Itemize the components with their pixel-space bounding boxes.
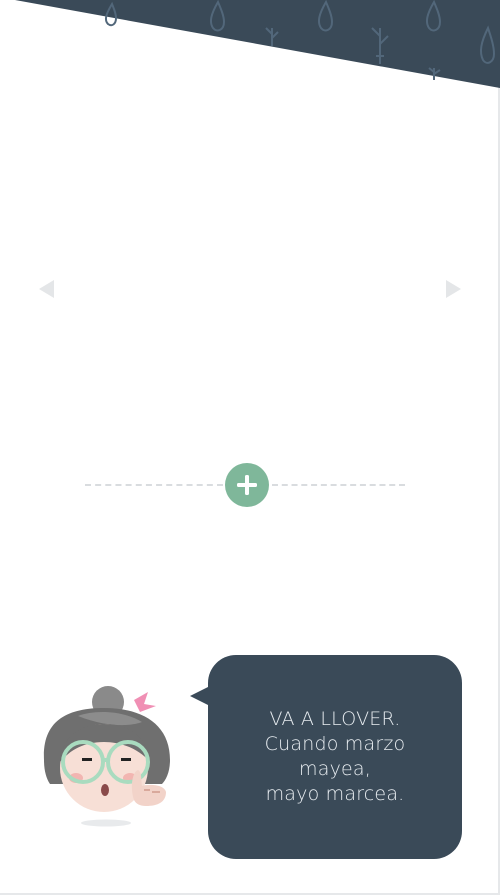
header-banner: [15, 0, 500, 88]
speech-text: VA A LLOVER. Cuando marzo mayea, mayo ma…: [265, 707, 406, 807]
plus-icon: [237, 475, 257, 495]
next-arrow[interactable]: [443, 279, 463, 299]
triangle-left-icon: [39, 280, 54, 298]
speech-line-4: mayo marcea.: [265, 783, 405, 805]
speech-line-3: mayea,: [299, 758, 371, 780]
speech-bubble: VA A LLOVER. Cuando marzo mayea, mayo ma…: [208, 655, 462, 859]
triangle-right-icon: [446, 280, 461, 298]
add-button[interactable]: [225, 463, 269, 507]
speech-bubble-tail: [190, 686, 210, 706]
speech-line-1: VA A LLOVER.: [269, 708, 401, 730]
divider-right: [272, 484, 405, 486]
speech-line-2: Cuando marzo: [264, 733, 406, 755]
grandma-avatar: [43, 686, 170, 827]
divider-left: [85, 484, 223, 486]
previous-arrow[interactable]: [37, 279, 57, 299]
